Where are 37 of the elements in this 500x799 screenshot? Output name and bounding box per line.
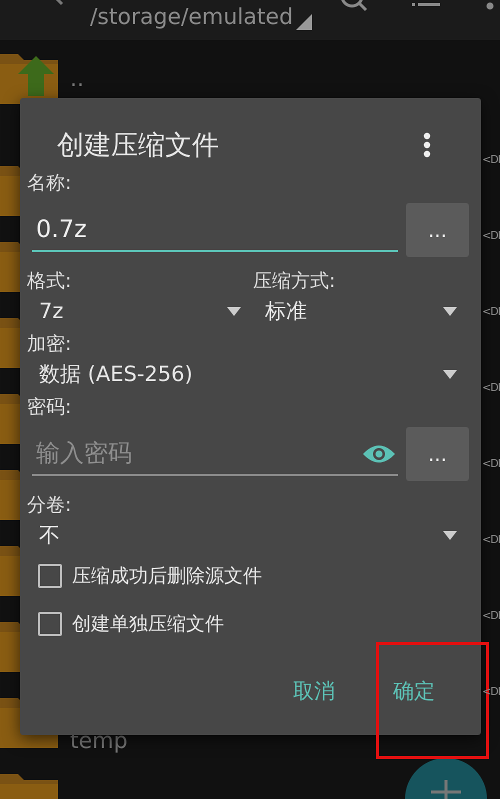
dropdown-icon	[443, 530, 457, 540]
format-dropdown[interactable]: 7z	[27, 294, 253, 328]
method-label: 压缩方式:	[253, 269, 336, 294]
plus-icon	[431, 780, 461, 799]
dropdown-icon[interactable]	[296, 14, 312, 30]
file-type: <DI	[482, 456, 500, 472]
more-icon[interactable]	[423, 132, 431, 158]
dropdown-icon	[443, 370, 457, 378]
checkbox[interactable]	[38, 612, 62, 636]
checkbox-label[interactable]: 压缩成功后删除源文件	[72, 562, 262, 590]
confirm-button[interactable]: 确定	[379, 668, 449, 716]
cancel-button[interactable]: 取消	[279, 668, 349, 716]
name-field[interactable]: 0.7z	[32, 208, 398, 252]
name-label: 名称:	[27, 171, 72, 196]
file-type: <DI	[482, 228, 500, 244]
file-type: <DI	[482, 152, 500, 168]
dropdown-icon	[227, 306, 241, 316]
file-name[interactable]: ..	[70, 67, 84, 93]
format-label: 格式:	[27, 269, 72, 294]
file-type: <DI	[482, 304, 500, 320]
checkbox-label[interactable]: 创建单独压缩文件	[72, 610, 224, 638]
more-icon[interactable]	[486, 2, 494, 10]
file-type: <DI	[482, 380, 500, 396]
file-type: <DI	[482, 532, 500, 548]
dropdown-icon	[443, 306, 457, 316]
split-label: 分卷:	[27, 493, 72, 518]
password-options-button[interactable]: ...	[406, 427, 469, 481]
browse-button[interactable]: ...	[406, 203, 469, 257]
split-dropdown[interactable]: 不	[27, 518, 469, 552]
eye-icon[interactable]	[362, 443, 396, 465]
encryption-label: 加密:	[27, 332, 72, 357]
dialog-title: 创建压缩文件	[57, 129, 219, 163]
encryption-dropdown[interactable]: 数据 (AES-256)	[27, 357, 469, 391]
password-label: 密码:	[27, 395, 72, 420]
file-type: <DI	[482, 608, 500, 624]
checkbox[interactable]	[38, 564, 62, 588]
method-dropdown[interactable]: 标准	[253, 294, 469, 328]
